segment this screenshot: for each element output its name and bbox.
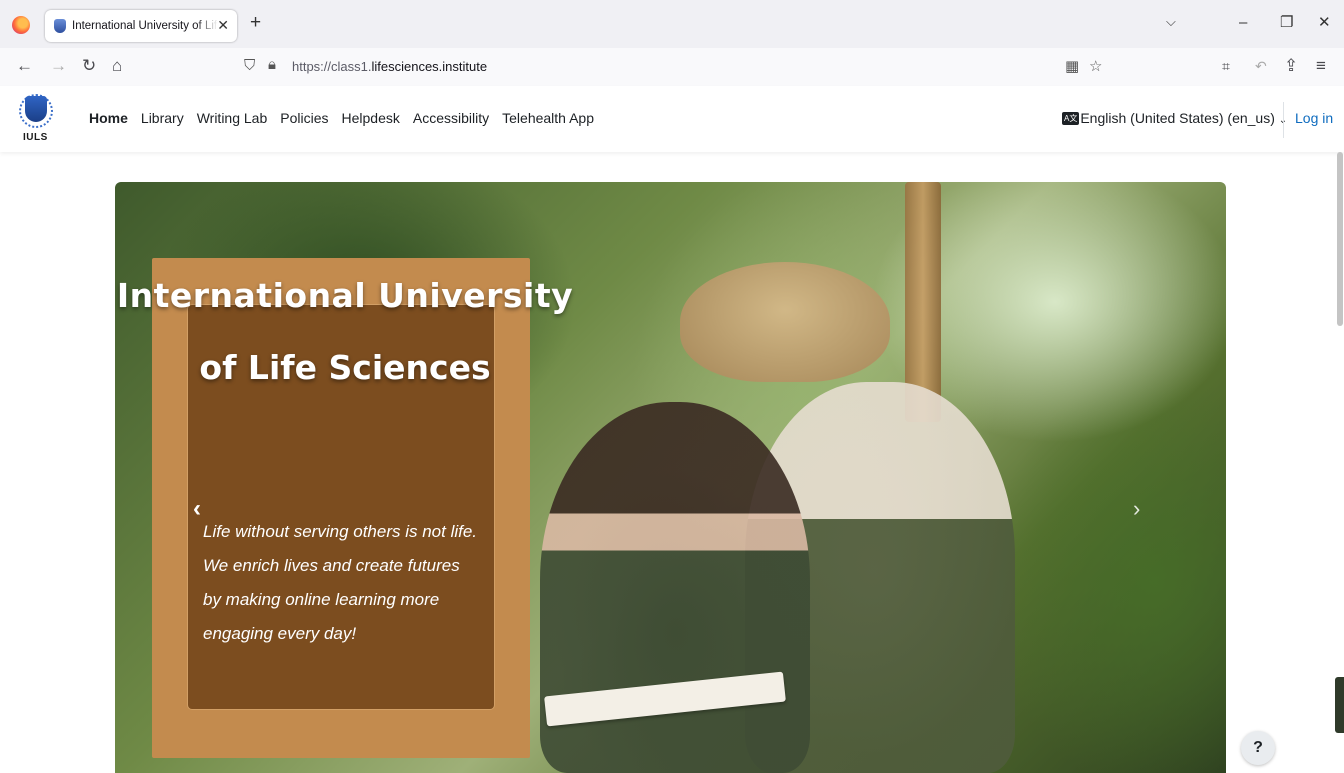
logo-text: IULS [23, 132, 48, 143]
hero-title-line2: of Life Sciences [199, 348, 491, 387]
iuls-logo[interactable]: IULS [17, 94, 57, 146]
forward-arrow-icon[interactable]: → [50, 56, 67, 76]
undo-icon[interactable]: ↶ [1255, 56, 1267, 76]
site-favicon-icon [54, 19, 66, 33]
url-text[interactable]: https://class1.lifesciences.institute [292, 59, 487, 74]
bookmark-star-icon[interactable]: ☆ [1089, 57, 1102, 75]
tagline-line: We enrich lives and create futures [203, 556, 460, 575]
browser-tab[interactable]: International University of Lif ✕ [45, 10, 237, 42]
nav-library[interactable]: Library [141, 110, 184, 126]
help-button[interactable]: ? [1241, 731, 1275, 765]
primary-navigation: Home Library Writing Lab Policies Helpde… [89, 110, 594, 126]
hero-title-line1: International University [116, 276, 574, 315]
language-icon: A文 [1062, 112, 1080, 125]
reload-icon[interactable]: ↻ [82, 56, 96, 76]
login-link[interactable]: Log in [1295, 110, 1333, 126]
tab-title: International University of Lif [72, 20, 218, 32]
nav-helpdesk[interactable]: Helpdesk [342, 110, 400, 126]
new-tab-button[interactable]: + [250, 13, 261, 32]
page-scrollbar[interactable] [1337, 152, 1343, 326]
firefox-icon [12, 16, 30, 34]
nav-telehealth-app[interactable]: Telehealth App [502, 110, 594, 126]
share-icon[interactable]: ⇪ [1284, 56, 1298, 76]
nav-writing-lab[interactable]: Writing Lab [197, 110, 268, 126]
carousel-next-icon[interactable]: › [1133, 496, 1140, 522]
tagline-line: by making online learning more [203, 590, 440, 609]
side-feedback-tab[interactable] [1335, 677, 1344, 733]
browser-nav-bar: ← → ↻ ⌂ ⛉ 🔒︎ https://class1.lifesciences… [0, 48, 1344, 87]
hero-tagline: Life without serving others is not life.… [203, 515, 503, 651]
logo-shield-icon [25, 96, 47, 122]
header-divider [1283, 102, 1284, 138]
qr-code-icon[interactable]: ▦ [1065, 57, 1079, 75]
browser-tab-bar: International University of Lif ✕ + ⌵ – … [0, 0, 1344, 48]
nav-policies[interactable]: Policies [280, 110, 328, 126]
lock-icon[interactable]: 🔒︎ [268, 56, 276, 73]
crop-icon[interactable]: ⌗ [1222, 56, 1230, 76]
hero-carousel: International University of Life Science… [115, 182, 1226, 773]
carousel-prev-icon[interactable]: ‹ [193, 495, 201, 523]
minimize-button[interactable]: – [1239, 14, 1247, 32]
language-selector[interactable]: A文English (United States) (en_us) ⌄ [1062, 110, 1287, 126]
window-close-button[interactable]: ✕ [1318, 14, 1331, 32]
menu-icon[interactable]: ≡ [1316, 56, 1326, 76]
back-arrow-icon[interactable]: ← [16, 56, 33, 76]
home-icon[interactable]: ⌂ [112, 56, 122, 76]
language-label: English (United States) (en_us) [1080, 110, 1275, 126]
hero-image-hat [680, 262, 890, 382]
close-tab-icon[interactable]: ✕ [217, 17, 229, 34]
tagline-line: Life without serving others is not life. [203, 522, 478, 541]
address-bar[interactable]: ⛉ 🔒︎ https://class1.lifesciences.institu… [240, 52, 1110, 81]
nav-accessibility[interactable]: Accessibility [413, 110, 489, 126]
tagline-line: engaging every day! [203, 624, 357, 643]
tracking-shield-icon[interactable]: ⛉ [244, 57, 255, 74]
list-tabs-icon[interactable]: ⌵ [1166, 14, 1176, 30]
site-header: IULS Home Library Writing Lab Policies H… [0, 86, 1344, 152]
nav-home[interactable]: Home [89, 110, 128, 126]
hero-title: International University of Life Science… [115, 261, 575, 403]
restore-button[interactable]: ❐ [1280, 14, 1293, 32]
